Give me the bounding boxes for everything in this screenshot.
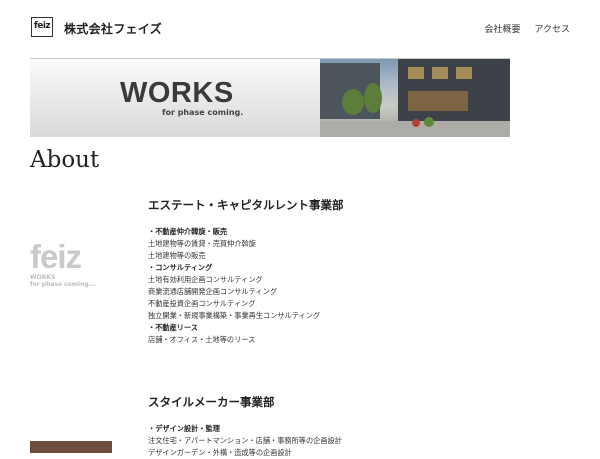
site-header: feiz 株式会社フェイズ 会社概要 アクセス [0,0,600,56]
service-item: 土地建物等の販売 [148,251,206,260]
photo-window [408,67,424,79]
service-item: デザインガーデン・外構・造成等の企画設計 [148,448,292,457]
section-title: スタイルメーカー事業部 [148,395,275,409]
service-item: 商業流通店舗開発企画コンサルティング [148,287,277,296]
banner-subtitle: for phase coming. [162,108,244,117]
site-logo-icon[interactable]: feiz [31,17,53,37]
section-title: エステート・キャピタルレント事業部 [148,198,344,212]
feiz-logo-sub-tagline: for phase coming... [30,281,96,288]
service-item: 独立開業・新規事業構築・事業再生コンサルティング [148,311,321,320]
service-category: ・コンサルティング [148,263,213,272]
main-nav: 会社概要 アクセス [474,22,570,35]
service-item: 土地建物等の賃貸・売買仲介斡旋 [148,239,256,248]
photo-window [456,67,472,79]
service-list: ・デザイン設計・監理注文住宅・アパートマンション・店舗・事務所等の企画設計 デザイ… [148,423,342,459]
service-item: 不動産投資企画コンサルティング [148,299,256,308]
service-item: 土地有効利用企画コンサルティング [148,275,263,284]
photo-tree [342,89,364,115]
banner-title: WORKS [120,77,234,109]
service-category: ・不動産リース [148,323,198,332]
service-category: ・不動産仲介韓旋・販売 [148,227,228,236]
photo-window [432,67,448,79]
service-item: 注文住宅・アパートマンション・店舗・事務所等の企画設計 [148,436,342,445]
feiz-logo-sub-works: WORKS [30,274,56,281]
photo-shrub [424,117,434,127]
feiz-logo-text: feiz [30,238,82,275]
style-maker-section: スタイルメーカー事業部 ・デザイン設計・監理注文住宅・アパートマンション・店舗・… [148,394,342,459]
style-maker-logo [30,441,112,453]
photo-building-right [398,59,510,123]
works-banner: WORKS for phase coming. [30,58,510,137]
photo-flowers [412,119,420,127]
photo-shop-window [408,91,468,111]
service-item: 店舗・オフィス・土地等のリース [148,335,256,344]
nav-access[interactable]: アクセス [534,25,570,35]
feiz-works-logo: feiz WORKS for phase coming... [30,238,114,289]
estate-capital-rent-section: エステート・キャピタルレント事業部 ・不動産仲介韓旋・販売土地建物等の賃貸・売買… [148,197,344,346]
page-title: About [30,147,100,173]
service-category: ・デザイン設計・監理 [148,424,220,433]
storefront-photo [320,59,510,137]
company-name[interactable]: 株式会社フェイズ [64,20,162,37]
nav-company-overview[interactable]: 会社概要 [485,25,521,35]
photo-tree [364,83,382,113]
service-list: ・不動産仲介韓旋・販売土地建物等の賃貸・売買仲介斡旋 土地建物等の販売 ・コンサルテ… [148,226,344,346]
